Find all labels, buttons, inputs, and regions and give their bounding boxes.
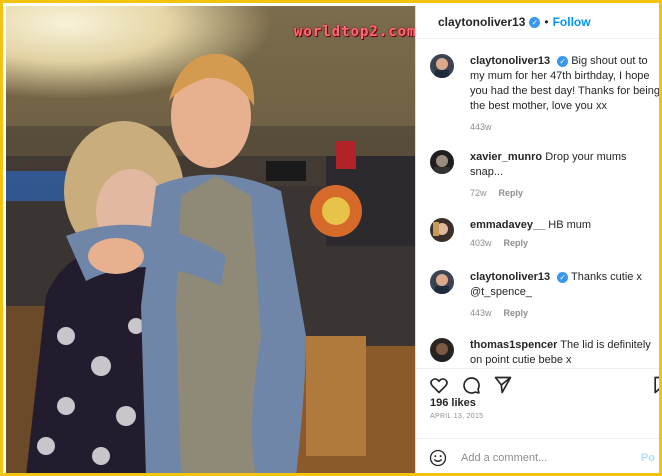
comment-text-block: emmadavey__ HB mum	[470, 218, 659, 233]
add-comment-input[interactable]: Add a comment...	[461, 452, 547, 464]
add-comment-bar: Add a comment... Po	[416, 438, 659, 473]
comment-username[interactable]: claytonoliver13	[470, 55, 550, 67]
avatar[interactable]	[430, 270, 454, 294]
post-photo[interactable]: worldtop2.com	[6, 6, 415, 473]
verified-badge-icon: ✓	[529, 16, 541, 28]
watermark-text: worldtop2.com	[294, 24, 415, 40]
photo-illustration	[6, 6, 415, 473]
separator-dot: •	[544, 15, 549, 29]
comment-meta: 403w Reply	[470, 238, 528, 248]
emoji-icon[interactable]	[429, 449, 447, 467]
comment-text-block: claytonoliver13 ✓ Big shout out to my mu…	[470, 54, 659, 114]
post-date: APRIL 13, 2015	[430, 413, 484, 420]
share-icon[interactable]	[493, 375, 513, 395]
avatar[interactable]	[430, 338, 454, 362]
comment-text-block: xavier_munro Drop your mums snap...	[470, 150, 659, 180]
comment-icon[interactable]	[461, 375, 481, 395]
screenshot-frame: worldtop2.com claytonoliver13 ✓ • Follow…	[0, 0, 662, 476]
verified-badge-icon: ✓	[557, 271, 569, 283]
action-bar	[416, 368, 662, 399]
follow-button[interactable]: Follow	[553, 15, 591, 29]
avatar[interactable]	[430, 150, 454, 174]
comment-meta: 72w Reply	[470, 188, 523, 198]
heart-icon[interactable]	[429, 375, 449, 395]
comment-username[interactable]: claytonoliver13	[470, 271, 550, 283]
comment-text-block: thomas1spencer The lid is definitely on …	[470, 338, 659, 368]
comment-list: claytonoliver13 ✓ Big shout out to my mu…	[416, 42, 659, 368]
post-sidebar: claytonoliver13 ✓ • Follow claytonoliver…	[415, 6, 662, 473]
reply-button[interactable]: Reply	[499, 188, 524, 198]
comment-body: HB mum	[548, 219, 592, 231]
post-header: claytonoliver13 ✓ • Follow	[416, 6, 659, 39]
verified-badge-icon: ✓	[557, 55, 569, 67]
avatar[interactable]	[430, 54, 454, 78]
reply-button[interactable]: Reply	[504, 238, 529, 248]
comment-username[interactable]: emmadavey__	[470, 219, 545, 231]
comment-username[interactable]: xavier_munro	[470, 151, 542, 163]
header-username[interactable]: claytonoliver13	[438, 15, 525, 29]
comment-meta: 443w	[470, 122, 492, 132]
comment-text-block: claytonoliver13 ✓ Thanks cutie x @t_spen…	[470, 270, 659, 300]
bookmark-icon[interactable]	[651, 375, 662, 395]
comment-meta: 443w Reply	[470, 308, 528, 318]
likes-count[interactable]: 196 likes	[430, 397, 476, 409]
comment-time[interactable]: 72w	[470, 188, 487, 198]
avatar[interactable]	[430, 218, 454, 242]
comment-time[interactable]: 443w	[470, 122, 492, 132]
comment-time[interactable]: 403w	[470, 238, 492, 248]
post-button[interactable]: Po	[641, 452, 655, 464]
comment-time[interactable]: 443w	[470, 308, 492, 318]
reply-button[interactable]: Reply	[504, 308, 529, 318]
comment-username[interactable]: thomas1spencer	[470, 339, 557, 351]
